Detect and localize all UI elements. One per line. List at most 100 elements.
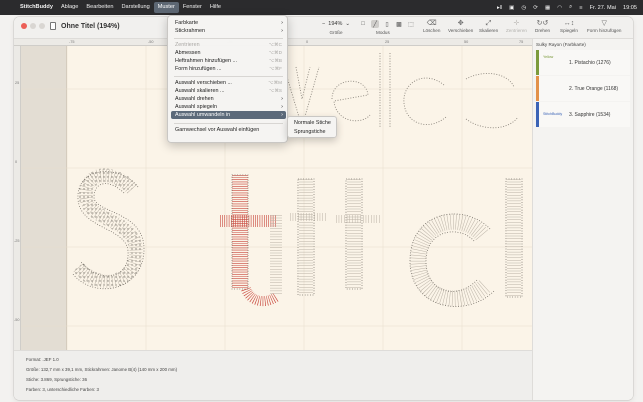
ruler-top-label: 75 bbox=[519, 40, 524, 44]
chevron-right-icon: › bbox=[281, 104, 283, 110]
ruler-left-label: 25 bbox=[15, 81, 20, 85]
dotted-rect-icon[interactable]: ⬚ bbox=[407, 20, 415, 28]
lower-stitch-text bbox=[71, 168, 523, 307]
menu-item-label: Stickrahmen bbox=[175, 28, 205, 34]
color-bar bbox=[536, 76, 539, 101]
zoom-stepper[interactable]: − 194% ⌄ bbox=[319, 20, 353, 28]
menu-item-auswahl-drehen[interactable]: Auswahl drehen › bbox=[171, 95, 286, 103]
trash-icon: ⌫ bbox=[426, 20, 437, 27]
scale-icon: ⤢ bbox=[485, 20, 492, 27]
menu-item-stickrahmen[interactable]: Stickrahmen › bbox=[171, 27, 286, 35]
menu-item-garnwechsel[interactable]: Garnwechsel vor Auswahl einfügen bbox=[171, 126, 286, 134]
rotate-icon: ↻↺ bbox=[536, 20, 549, 27]
menu-item-label: Heftrahmen hinzufügen ... bbox=[175, 58, 238, 64]
center-label: Zentrieren bbox=[506, 28, 527, 33]
zoom-chevron-icon[interactable]: ⌄ bbox=[345, 21, 350, 27]
pattern-info: Format: .JEF 1.0 Größe: 132,7 mm x 39,1 … bbox=[14, 350, 532, 400]
zoom-value: 194% bbox=[328, 21, 343, 27]
submenu-item-normale-stiche[interactable]: Normale Stiche bbox=[291, 119, 335, 127]
swatch-label: 3. Sapphire (1534) bbox=[569, 112, 611, 118]
menu-app[interactable]: StitchBuddy bbox=[18, 2, 57, 13]
menu-item-auswahl-verschieben[interactable]: Auswahl verschieben ... ⌥⌘M bbox=[171, 79, 286, 87]
chevron-right-icon: › bbox=[281, 20, 283, 26]
chevron-right-icon: › bbox=[281, 28, 283, 34]
ruler-top-label: -50 bbox=[148, 40, 154, 44]
center-icon: ✛ bbox=[513, 20, 520, 27]
mode-selector[interactable]: □ ╱ ▯ ▩ ⬚ bbox=[359, 20, 415, 28]
menu-item-abmessen[interactable]: Abmessen ⌥⌘D bbox=[171, 49, 286, 57]
menu-item-label: Auswahl verschieben ... bbox=[175, 80, 232, 86]
menu-item-auswahl-umwandeln[interactable]: Auswahl umwandeln in › bbox=[171, 111, 286, 119]
zoom-minus-icon[interactable]: − bbox=[322, 21, 325, 27]
zoom-button[interactable] bbox=[39, 23, 45, 29]
menu-muster[interactable]: Muster bbox=[153, 2, 179, 13]
menu-bearbeiten[interactable]: Bearbeiten bbox=[82, 2, 117, 13]
menu-item-auswahl-skalieren[interactable]: Auswahl skalieren ... ⌥⌘S bbox=[171, 87, 286, 95]
menu-item-farbkarte[interactable]: Farbkarte › bbox=[171, 19, 286, 27]
pen-tool-icon[interactable]: ╱ bbox=[371, 20, 379, 28]
menu-item-label: Auswahl spiegeln bbox=[175, 104, 217, 110]
ruler-left-label: -50 bbox=[14, 318, 20, 322]
menu-item-heftrahmen[interactable]: Heftrahmen hinzufügen ... ⌥⌘B bbox=[171, 57, 286, 65]
minimize-button[interactable] bbox=[30, 23, 36, 29]
menubar: StitchBuddy Ablage Bearbeiten Darstellun… bbox=[0, 0, 643, 15]
delete-label: Löschen bbox=[423, 28, 441, 33]
ruler-left: 25 0 -25 -50 bbox=[14, 46, 21, 365]
select-rect-icon[interactable]: □ bbox=[359, 20, 367, 28]
menu-darstellung[interactable]: Darstellung bbox=[117, 2, 153, 13]
close-button[interactable] bbox=[21, 23, 27, 29]
muster-menu: Farbkarte › Stickrahmen › Zentrieren ⌥⌘C… bbox=[167, 15, 288, 143]
mirror-icon: ↔↕ bbox=[563, 20, 575, 27]
color-swatch[interactable]: Yellow 1. Pistachio (1276) bbox=[536, 50, 630, 75]
center-button[interactable]: ✛ Zentrieren bbox=[506, 19, 527, 33]
add-shape-button[interactable]: ▽ Form hinzufügen bbox=[587, 19, 621, 33]
app-window: Ohne Titel (194%) − 194% ⌄ Größe □ ╱ ▯ ▩… bbox=[14, 17, 633, 400]
menu-separator bbox=[174, 76, 283, 77]
swatch-preview-text: StitchBuddy bbox=[543, 112, 563, 116]
menu-item-form-hinzufuegen[interactable]: Form hinzufügen ... ⌥⌘F bbox=[171, 65, 286, 73]
ruler-top-label: 25 bbox=[385, 40, 390, 44]
menu-item-label: Auswahl umwandeln in bbox=[175, 112, 231, 118]
umwandeln-submenu: Normale Stiche Sprungstiche bbox=[287, 116, 337, 138]
menu-ablage[interactable]: Ablage bbox=[57, 2, 82, 13]
wifi-icon[interactable]: ◠ bbox=[557, 5, 562, 11]
submenu-item-sprungstiche[interactable]: Sprungstiche bbox=[291, 128, 335, 136]
zoom-label: Größe bbox=[329, 30, 343, 35]
titlebar: Ohne Titel (194%) − 194% ⌄ Größe □ ╱ ▯ ▩… bbox=[14, 17, 633, 39]
search-icon[interactable]: ⌕ bbox=[569, 4, 572, 11]
control-center-icon[interactable]: ≡ bbox=[579, 5, 582, 11]
menu-fenster[interactable]: Fenster bbox=[179, 2, 206, 13]
rotate-button[interactable]: ↻↺ Drehen bbox=[535, 19, 550, 33]
swatch-label: 2. True Orange (1168) bbox=[569, 86, 619, 92]
move-label: Verschieben bbox=[448, 28, 474, 33]
color-swatch[interactable]: 2. True Orange (1168) bbox=[536, 76, 630, 101]
info-format: Format: .JEF 1.0 bbox=[26, 357, 59, 362]
menu-hilfe[interactable]: Hilfe bbox=[206, 2, 225, 13]
tray-icon[interactable]: ▣ bbox=[509, 5, 514, 11]
mirror-label: Spiegeln bbox=[560, 28, 578, 33]
grid-icon[interactable]: ▦ bbox=[545, 5, 550, 11]
info-stitches: Stiche: 3.869, Sprungstiche: 36 bbox=[26, 377, 88, 382]
ruler-top-label: 50 bbox=[464, 40, 469, 44]
media-icon[interactable]: ▸‖ bbox=[497, 5, 502, 11]
red-letter-t bbox=[220, 175, 279, 307]
clock-icon[interactable]: ◷ bbox=[521, 5, 526, 11]
delete-button[interactable]: ⌫ Löschen bbox=[423, 19, 440, 33]
bottle-icon[interactable]: ▯ bbox=[383, 20, 391, 28]
stitch-grid-icon[interactable]: ▩ bbox=[395, 20, 403, 28]
mirror-button[interactable]: ↔↕ Spiegeln bbox=[560, 19, 578, 33]
menubar-date[interactable]: Fr. 27. Mai bbox=[590, 5, 616, 11]
rotate-label: Drehen bbox=[535, 28, 551, 33]
menu-shortcut: ⌥⌘C bbox=[268, 42, 282, 47]
menu-item-label: Form hinzufügen ... bbox=[175, 66, 222, 72]
info-size: Größe: 132,7 mm x 39,1 mm, Stickrahmen: … bbox=[26, 367, 178, 372]
menubar-time[interactable]: 19:05 bbox=[623, 5, 637, 11]
color-swatch[interactable]: StitchBuddy 3. Sapphire (1534) bbox=[536, 102, 630, 127]
menu-item-label: Zentrieren bbox=[175, 42, 200, 48]
menu-separator bbox=[174, 123, 283, 124]
menu-item-auswahl-spiegeln[interactable]: Auswahl spiegeln › bbox=[171, 103, 286, 111]
scale-button[interactable]: ⤢ Skalieren bbox=[479, 19, 498, 33]
menu-item-label: Auswahl drehen bbox=[175, 96, 214, 102]
move-button[interactable]: ✥ Verschieben bbox=[448, 19, 473, 33]
sync-icon[interactable]: ⟳ bbox=[533, 5, 538, 11]
